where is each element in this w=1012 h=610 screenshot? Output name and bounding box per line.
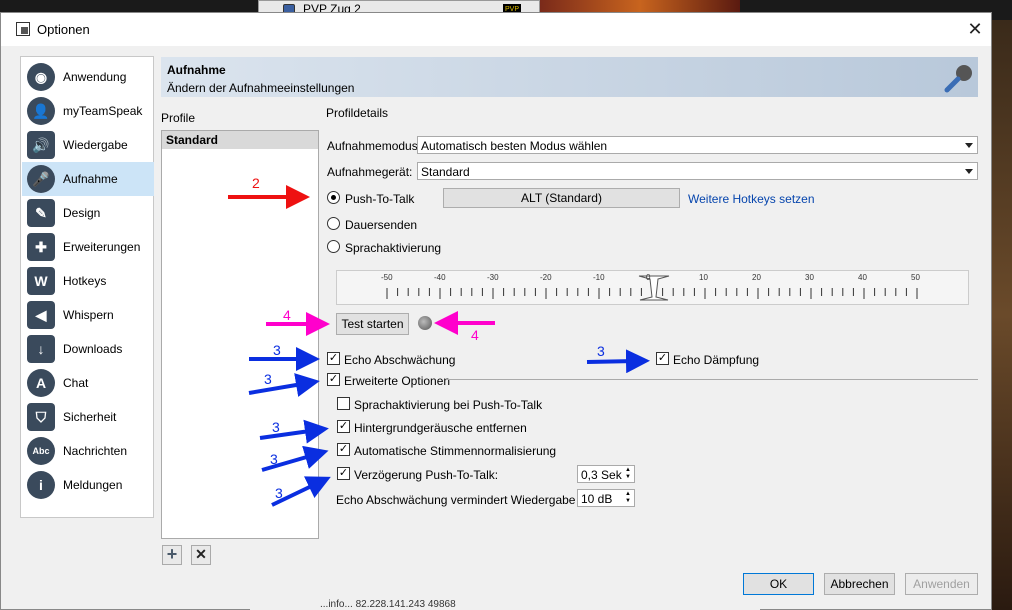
blue-arrow-3 — [586, 349, 650, 374]
annotation-number-3: 3 — [275, 485, 283, 501]
annotation-number-4-left: 4 — [283, 307, 291, 323]
annotation-number-3: 3 — [273, 342, 281, 358]
annotation-number-2: 2 — [252, 175, 260, 191]
annotation-number-3: 3 — [272, 419, 280, 435]
annotation-number-3: 3 — [264, 371, 272, 387]
blue-arrow-4 — [259, 419, 329, 444]
blue-arrow-2 — [248, 373, 320, 397]
annotation-number-4-right: 4 — [471, 327, 479, 343]
annotation-number-3: 3 — [597, 343, 605, 359]
annotation-number-3: 3 — [270, 451, 278, 467]
annotation-overlay — [228, 185, 650, 507]
